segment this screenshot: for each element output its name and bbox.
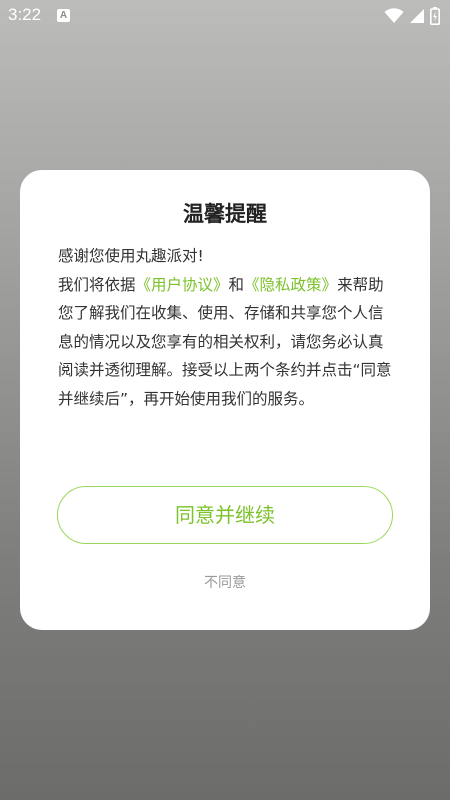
notification-a-icon: A [57,9,70,22]
signal-icon [410,9,424,23]
status-bar: 3:22 A [0,0,450,32]
status-time: 3:22 [8,5,42,24]
message-text-before-links: 我们将依据 [58,275,136,294]
dialog-message: 我们将依据《用户协议》和《隐私政策》来帮助您了解我们在收集、使用、存储和共享您个… [58,271,398,414]
privacy-policy-link[interactable]: 《隐私政策》 [244,276,337,294]
agree-continue-button[interactable]: 同意并继续 [57,486,393,544]
battery-icon [430,7,440,25]
disagree-button[interactable]: 不同意 [20,572,430,592]
status-icons [384,6,440,26]
privacy-dialog: 温馨提醒 感谢您使用丸趣派对! 我们将依据《用户协议》和《隐私政策》来帮助您了解… [20,170,430,630]
message-and-text: 和 [228,275,245,294]
dialog-body: 感谢您使用丸趣派对! 我们将依据《用户协议》和《隐私政策》来帮助您了解我们在收集… [58,242,398,414]
dialog-title: 温馨提醒 [183,202,267,226]
message-text-after-links: 来帮助您了解我们在收集、使用、存储和共享您个人信息的情况以及您享有的相关权利，请… [58,275,392,408]
dialog-greeting: 感谢您使用丸趣派对! [58,247,204,265]
wifi-icon [384,8,404,23]
user-agreement-link[interactable]: 《用户协议》 [136,276,229,294]
